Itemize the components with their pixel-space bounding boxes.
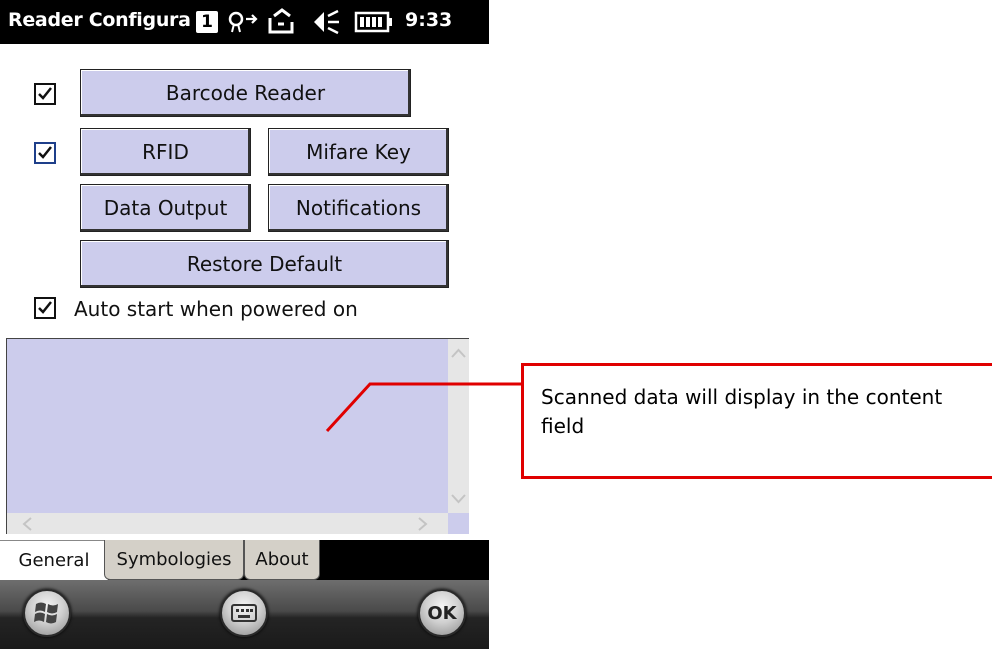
callout-leader-line [325,382,521,433]
callout-text: Scanned data will display in the content… [541,385,943,438]
